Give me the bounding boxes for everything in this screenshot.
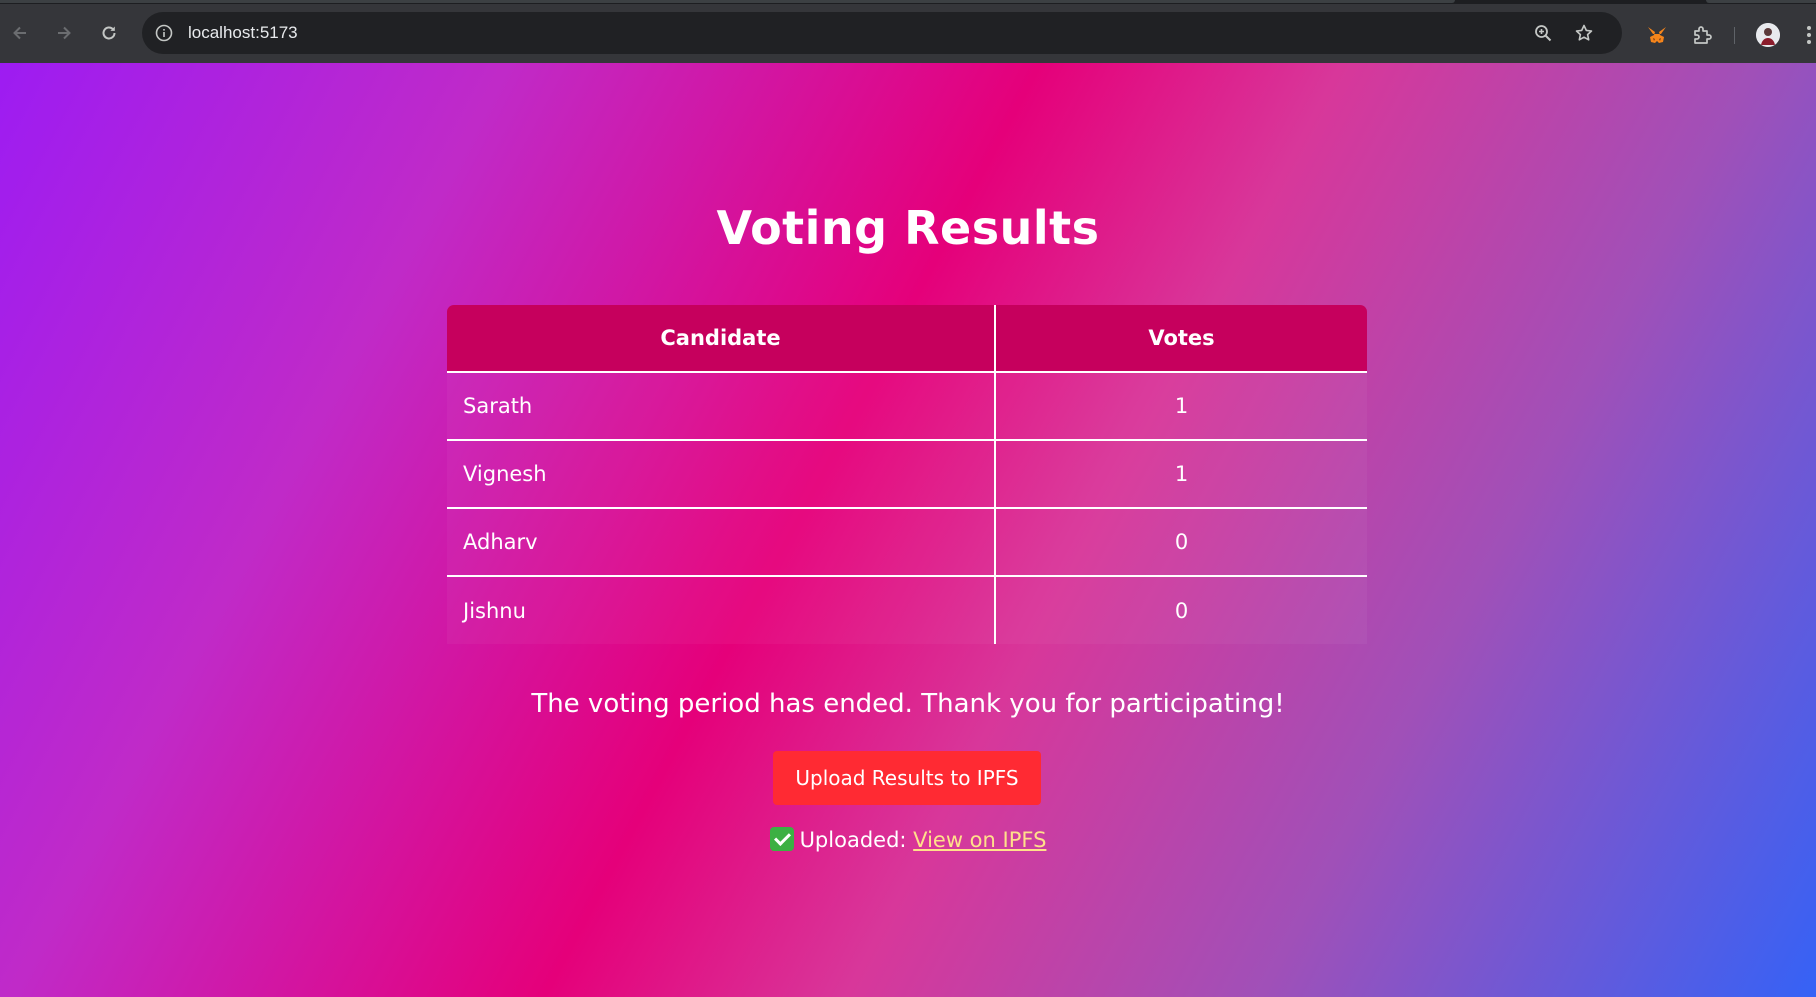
site-info-icon[interactable]: [154, 23, 174, 43]
back-button[interactable]: [5, 18, 35, 48]
browser-toolbar: localhost:5173: [0, 4, 1816, 63]
check-mark-icon: [769, 827, 794, 851]
table-row: Jishnu 0: [447, 576, 1367, 644]
arrow-left-icon: [13, 26, 26, 40]
table-row: Sarath 1: [447, 372, 1367, 441]
metamask-extension-icon[interactable]: [1645, 23, 1669, 47]
more-menu-icon[interactable]: [1806, 24, 1812, 46]
table-row: Adharv 0: [447, 508, 1367, 577]
bookmark-star-icon[interactable]: [1574, 23, 1594, 43]
candidate-name: Jishnu: [447, 576, 996, 644]
extensions-puzzle-icon[interactable]: [1690, 23, 1714, 47]
candidate-name: Adharv: [447, 508, 996, 577]
vote-count: 1: [995, 372, 1367, 441]
upload-status-label: Uploaded:: [799, 828, 907, 852]
candidate-column-header: Candidate: [447, 305, 996, 373]
toolbar-divider: [1734, 27, 1735, 44]
reload-icon: [102, 26, 116, 40]
vote-count: 1: [995, 440, 1367, 509]
zoom-icon[interactable]: [1533, 23, 1553, 43]
candidate-name: Vignesh: [447, 440, 996, 509]
page-title: Voting Results: [716, 201, 1100, 255]
view-on-ipfs-link[interactable]: View on IPFS: [913, 828, 1046, 852]
candidate-name: Sarath: [447, 372, 996, 441]
vote-count: 0: [995, 508, 1367, 577]
tab-strip-right: [1706, 0, 1816, 3]
upload-status: Uploaded: View on IPFS: [0, 827, 1816, 852]
address-bar[interactable]: localhost:5173: [142, 12, 1622, 54]
table-row: Vignesh 1: [447, 440, 1367, 509]
vote-count: 0: [995, 576, 1367, 644]
votes-column-header: Votes: [995, 305, 1367, 373]
profile-avatar[interactable]: [1756, 23, 1780, 47]
reload-button[interactable]: [94, 18, 124, 48]
table-header-row: Candidate Votes: [447, 305, 1367, 373]
voting-ended-message: The voting period has ended. Thank you f…: [531, 689, 1285, 719]
forward-button[interactable]: [49, 18, 79, 48]
upload-results-button[interactable]: Upload Results to IPFS: [773, 751, 1041, 805]
url-text[interactable]: localhost:5173: [188, 12, 298, 54]
active-tab[interactable]: [0, 0, 1455, 3]
results-table: Candidate Votes Sarath 1 Vignesh 1 Adhar…: [447, 305, 1367, 644]
arrow-right-icon: [58, 26, 71, 40]
page-viewport: Voting Results Candidate Votes Sarath 1 …: [0, 63, 1816, 997]
profile-picture-icon: [1756, 23, 1780, 47]
